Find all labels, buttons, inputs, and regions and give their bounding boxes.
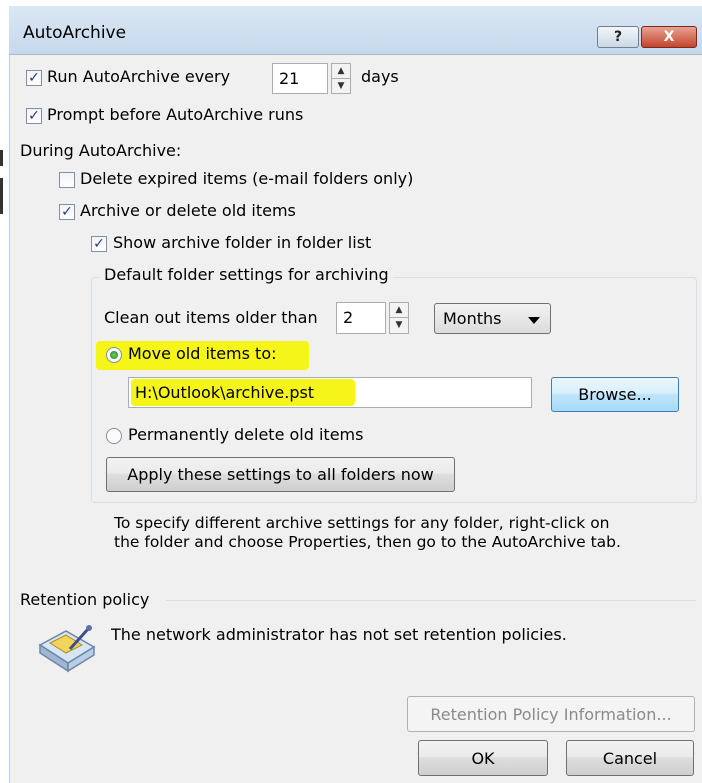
period-unit-value: Months — [443, 309, 502, 328]
run-autoarchive-checkbox[interactable]: ✓ — [26, 70, 42, 86]
dialog-title: AutoArchive — [23, 23, 127, 43]
chevron-down-icon — [528, 317, 540, 324]
clean-months-spinner[interactable]: ▲ ▼ — [389, 302, 409, 334]
close-button[interactable]: X — [641, 26, 697, 48]
checkmark-icon: ✓ — [28, 108, 40, 124]
period-unit-dropdown[interactable]: Months — [434, 303, 551, 334]
clean-months-input[interactable]: 2 — [336, 302, 386, 334]
spin-up-icon[interactable]: ▲ — [390, 303, 408, 318]
spin-down-icon[interactable]: ▼ — [390, 318, 408, 333]
clean-out-label: Clean out items older than — [104, 308, 318, 327]
title-bar: AutoArchive ? X — [9, 6, 702, 55]
apply-to-all-folders-button[interactable]: Apply these settings to all folders now — [106, 457, 455, 492]
checkmark-icon: ✓ — [93, 236, 105, 252]
run-days-input[interactable]: 21 — [272, 63, 328, 94]
during-heading: During AutoArchive: — [20, 141, 182, 160]
archive-old-checkbox[interactable]: ✓ — [59, 204, 75, 220]
ok-button[interactable]: OK — [418, 740, 548, 776]
archive-path-value: H:\Outlook\archive.pst — [135, 383, 315, 402]
page-edge — [0, 0, 9, 783]
archive-old-label: Archive or delete old items — [80, 201, 296, 220]
default-settings-legend: Default folder settings for archiving — [100, 265, 393, 284]
permanently-delete-label: Permanently delete old items — [128, 425, 364, 444]
prompt-before-checkbox[interactable]: ✓ — [26, 108, 42, 124]
move-old-items-label: Move old items to: — [128, 344, 277, 363]
retention-policy-icon — [36, 623, 98, 673]
delete-expired-label: Delete expired items (e-mail folders onl… — [80, 169, 414, 188]
spin-down-icon[interactable]: ▼ — [332, 79, 350, 94]
retention-message: The network administrator has not set re… — [111, 625, 567, 644]
edge-artifact — [0, 178, 3, 214]
edge-artifact — [0, 150, 3, 166]
prompt-before-label: Prompt before AutoArchive runs — [47, 105, 304, 124]
run-days-spinner[interactable]: ▲ ▼ — [331, 63, 351, 94]
retention-divider — [166, 600, 696, 601]
browse-button[interactable]: Browse... — [551, 377, 679, 412]
run-autoarchive-label: Run AutoArchive every — [47, 67, 231, 86]
days-label: days — [361, 67, 399, 86]
spin-up-icon[interactable]: ▲ — [332, 64, 350, 79]
delete-expired-checkbox[interactable] — [59, 172, 75, 188]
checkmark-icon: ✓ — [61, 204, 73, 220]
cancel-button[interactable]: Cancel — [566, 740, 694, 776]
retention-policy-info-button[interactable]: Retention Policy Information... — [407, 696, 695, 732]
close-icon: X — [663, 29, 675, 45]
archive-path-input[interactable]: H:\Outlook\archive.pst — [128, 377, 532, 408]
permanently-delete-radio[interactable] — [106, 428, 122, 444]
question-mark-icon: ? — [613, 29, 623, 45]
show-folder-checkbox[interactable]: ✓ — [91, 236, 107, 252]
show-folder-label: Show archive folder in folder list — [113, 233, 372, 252]
help-button[interactable]: ? — [597, 26, 639, 48]
move-old-items-radio[interactable] — [106, 347, 122, 363]
checkmark-icon: ✓ — [28, 70, 40, 86]
retention-policy-legend: Retention policy — [20, 590, 150, 609]
info-text: To specify different archive settings fo… — [114, 514, 621, 551]
